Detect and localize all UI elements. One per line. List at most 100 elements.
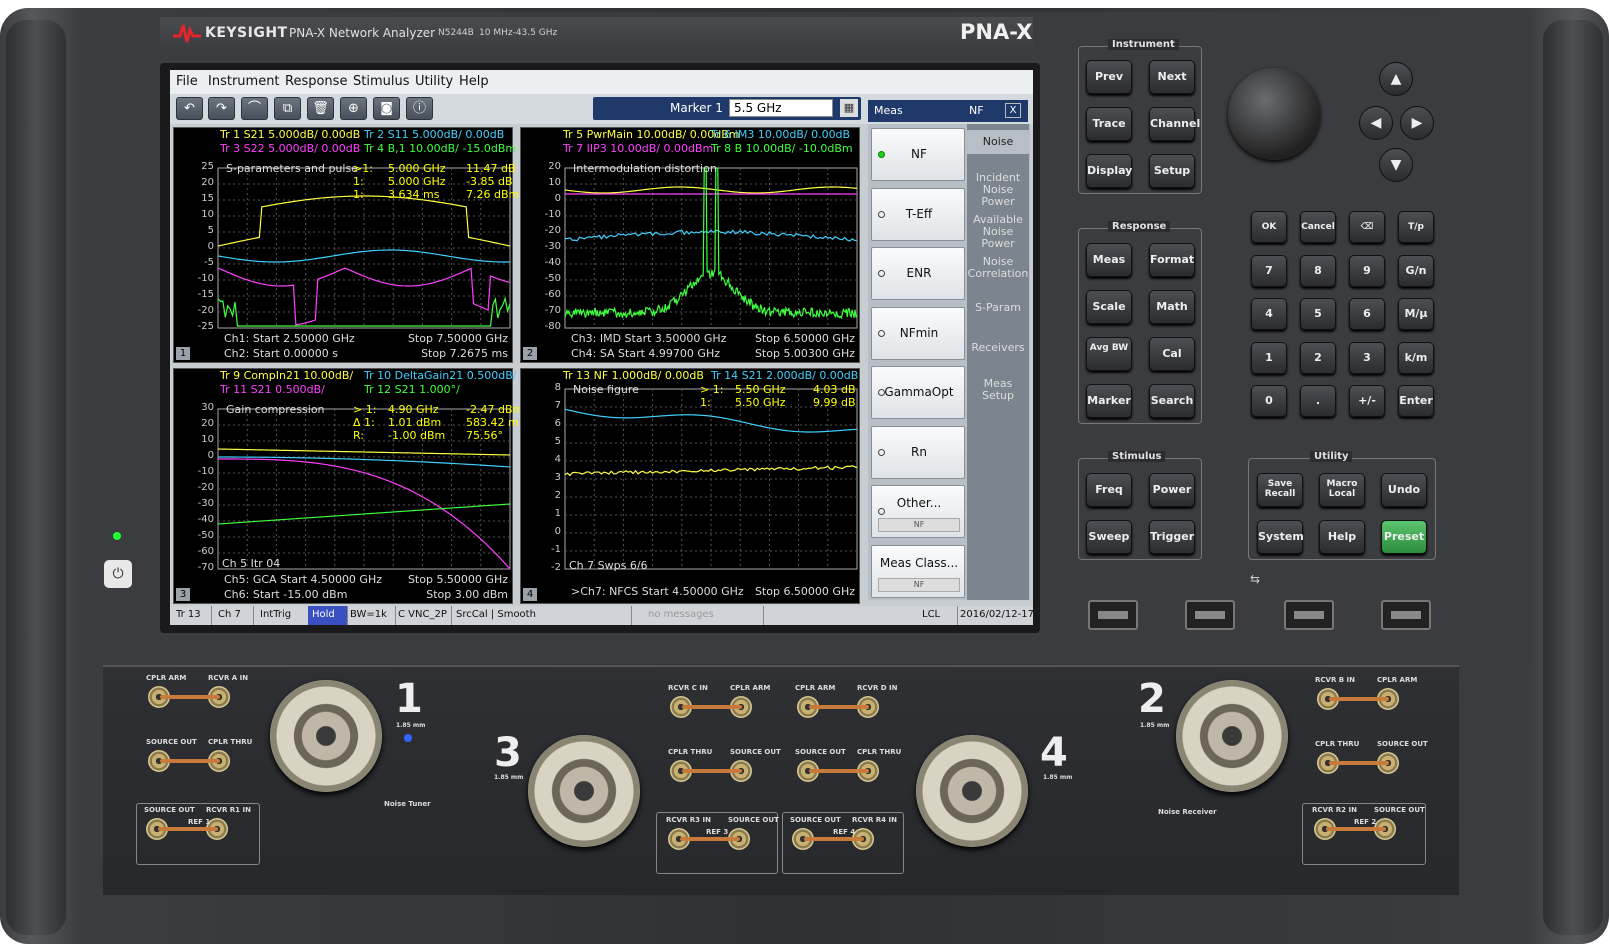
undo-icon[interactable]: ↶ [176,97,203,120]
keyboard-icon[interactable]: ▦ [840,99,858,117]
key-t-p[interactable]: T/p [1398,211,1434,243]
key-ok[interactable]: OK [1251,211,1287,243]
setup-button[interactable]: Setup [1149,154,1195,188]
trace-header[interactable]: Tr 7 IIP3 10.00dB/ 0.00dBm [563,142,713,155]
trace-header[interactable]: Tr 8 B 10.00dB/ -10.0dBm [711,142,853,155]
menu-utility[interactable]: Utility [415,74,453,89]
test-port-3[interactable] [528,735,640,847]
system-button[interactable]: System [1257,520,1303,554]
save-recall-button[interactable]: Save Recall [1257,473,1303,507]
usb-port-4[interactable] [1381,600,1431,630]
window-number[interactable]: 4 [523,588,537,601]
test-port-2[interactable] [1176,680,1288,792]
menu-response[interactable]: Response [285,74,347,89]
window-number[interactable]: 3 [176,588,190,601]
preset-button[interactable]: Preset [1381,520,1427,554]
key-k-m[interactable]: k/m [1398,342,1434,374]
tab-receivers[interactable]: Receivers [967,342,1029,354]
trace-button[interactable]: Trace [1086,107,1132,141]
info-icon[interactable]: ⓘ [406,97,433,120]
channel-button[interactable]: Channel [1149,107,1195,141]
softkey-enr[interactable]: ENR [871,247,965,300]
key-6[interactable]: 6 [1349,298,1385,330]
marker-value-input[interactable]: 5.5 GHz [729,99,833,117]
softkey-rn[interactable]: Rn [871,426,965,479]
test-port-1[interactable] [270,680,382,792]
help-button[interactable]: Help [1319,520,1365,554]
key-1[interactable]: 1 [1251,342,1287,374]
trace-header[interactable]: Tr 10 DeltaGain21 0.500dB/ [364,369,516,382]
marker-button[interactable]: Marker [1086,384,1132,418]
window-number[interactable]: 2 [523,347,537,360]
key-cancel[interactable]: Cancel [1300,211,1336,243]
trace-header[interactable]: Tr 6 IM3 10.00dB/ 0.00dB [711,128,850,141]
trace-window-4[interactable]: Tr 13 NF 1.000dB/ 0.00dB Tr 14 S21 2.000d… [520,368,860,604]
trace-window-3[interactable]: Tr 9 CompIn21 10.00dB/Tr 10 DeltaGain21 … [173,368,513,604]
key-g-n[interactable]: G/n [1398,255,1434,287]
search-button[interactable]: Search [1149,384,1195,418]
math-button[interactable]: Math [1149,290,1195,324]
trace-header[interactable]: Tr 1 S21 5.000dB/ 0.00dB [220,128,360,141]
usb-port-2[interactable] [1185,600,1235,630]
key-backspace[interactable]: ⌫ [1349,211,1385,243]
usb-port-3[interactable] [1284,600,1334,630]
marker-add-icon[interactable]: ⌒ [241,97,268,120]
power-button[interactable]: Power [1149,473,1195,507]
softkey-nfmin[interactable]: NFmin [871,307,965,360]
trace-window-1[interactable]: Tr 1 S21 5.000dB/ 0.00dB Tr 2 S11 5.000dB… [173,127,513,363]
menu-stimulus[interactable]: Stimulus [353,74,410,89]
sweep-button[interactable]: Sweep [1086,520,1132,554]
copy-icon[interactable]: ⧉ [274,97,301,120]
window-number[interactable]: 1 [176,347,190,360]
next-button[interactable]: Next [1149,60,1195,94]
trigger-button[interactable]: Trigger [1149,520,1195,554]
avg-bw-button[interactable]: Avg BW [1086,337,1132,371]
trace-header[interactable]: Tr 9 CompIn21 10.00dB/ [220,369,353,382]
test-port-4[interactable] [916,735,1028,847]
softkey-t-eff[interactable]: T-Eff [871,188,965,241]
trace-header[interactable]: Tr 3 S22 5.000dB/ 0.00dB [220,142,360,155]
arrow-left-icon[interactable]: ◀ [1359,106,1393,140]
close-icon[interactable]: X [1005,103,1021,118]
arrow-down-icon[interactable]: ▼ [1379,148,1413,182]
trace-header[interactable]: Tr 2 S11 5.000dB/ 0.00dB [364,128,504,141]
key-2[interactable]: 2 [1300,342,1336,374]
power-button[interactable]: ⏻ [104,560,132,588]
softkey-nf[interactable]: NF [871,128,965,181]
tab-meas-setup[interactable]: Meas Setup [967,378,1029,402]
tab-s-param[interactable]: S-Param [967,302,1029,314]
menu-instrument[interactable]: Instrument [208,74,280,89]
scale-button[interactable]: Scale [1086,290,1132,324]
format-button[interactable]: Format [1149,243,1195,277]
key-5[interactable]: 5 [1300,298,1336,330]
tab-noise-correlation[interactable]: Noise Correlation [967,256,1029,280]
softkey-meas-class[interactable]: Meas Class... NF [871,545,965,598]
tab-incident-noise-power[interactable]: Incident Noise Power [967,172,1029,208]
trace-header[interactable]: Tr 4 B,1 10.00dB/ -15.0dBm [364,142,516,155]
arrow-up-icon[interactable]: ▲ [1379,62,1413,96]
arrow-right-icon[interactable]: ▶ [1400,106,1434,140]
tab-noise[interactable]: Noise [967,130,1029,154]
menu-help[interactable]: Help [459,74,489,89]
key-8[interactable]: 8 [1300,255,1336,287]
softkey-gammaopt[interactable]: GammaOpt [871,366,965,419]
trace-header[interactable]: Tr 13 NF 1.000dB/ 0.00dB [563,369,704,382]
trash-icon[interactable]: 🗑 [307,97,334,120]
softkey-other[interactable]: Other... NF [871,485,965,538]
tab-available-noise-power[interactable]: Available Noise Power [967,214,1029,250]
undo-button[interactable]: Undo [1381,473,1427,507]
key-7[interactable]: 7 [1251,255,1287,287]
usb-port-1[interactable] [1088,600,1138,630]
prev-button[interactable]: Prev [1086,60,1132,94]
key-m-[interactable]: M/μ [1398,298,1434,330]
trace-window-2[interactable]: Tr 5 PwrMain 10.00dB/ 0.00dBm Tr 6 IM3 10… [520,127,860,363]
macro-local-button[interactable]: Macro Local [1319,473,1365,507]
display-button[interactable]: Display [1086,154,1132,188]
cal-button[interactable]: Cal [1149,337,1195,371]
key-plus-minus[interactable]: +/- [1349,385,1385,417]
rotary-knob[interactable] [1228,68,1320,160]
key-enter[interactable]: Enter [1398,385,1434,417]
trace-header[interactable]: Tr 14 S21 2.000dB/ 0.00dB [711,369,858,382]
freq-button[interactable]: Freq [1086,473,1132,507]
trace-header[interactable]: Tr 12 S21 1.000°/ [364,383,460,396]
